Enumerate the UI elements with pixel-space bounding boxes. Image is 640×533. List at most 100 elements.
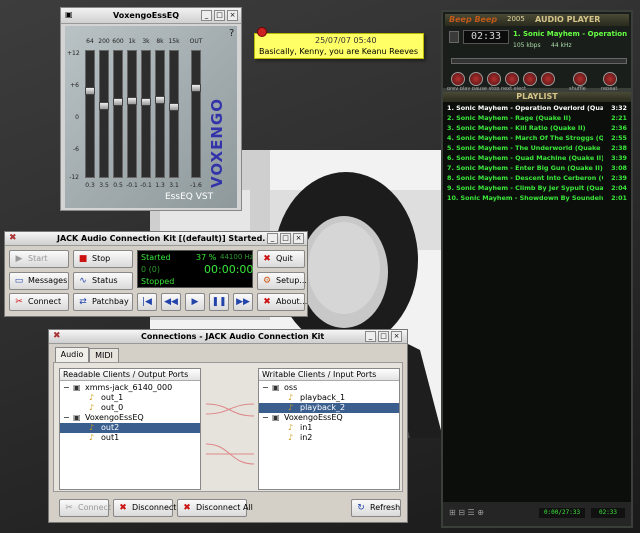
band-slider-track[interactable] [85,50,95,178]
seek-bar[interactable] [451,58,627,64]
playlist-item[interactable]: 5. Sonic Mayhem - The Underworld (Quake … [447,144,627,153]
maximize-icon[interactable]: □ [214,10,225,21]
repeat-button[interactable] [603,72,617,86]
stop-button[interactable] [505,72,519,86]
minimize-icon[interactable]: _ [267,233,278,244]
connections-titlebar[interactable]: ✖ Connections - JACK Audio Connection Ki… [49,330,407,344]
band-slider-track[interactable] [169,50,179,178]
playlist-item[interactable]: 6. Sonic Mayhem - Quad Machine (Quake II… [447,154,627,163]
band-slider-track[interactable] [127,50,137,178]
client-icon: ▣ [73,413,81,422]
playlist-item[interactable]: 10. Sonic Mayhem - Showdown By Soundelux… [447,194,627,203]
eject-button[interactable] [541,72,555,86]
connect-button[interactable]: ✂ Connect [9,293,69,311]
app-menu-icon[interactable]: ▣ [65,10,73,19]
connections-app-icon[interactable]: ✖ [53,331,61,341]
player-titlebar[interactable]: Beep Beep 2005 AUDIO PLAYER [445,14,629,26]
port-row[interactable]: ♪ out2 [60,423,200,433]
band-slider-knob[interactable] [85,87,95,96]
pause-button[interactable] [487,72,501,86]
refresh-button[interactable]: ↻ Refresh [351,499,401,517]
help-icon[interactable]: ? [229,28,234,39]
close-icon[interactable]: × [293,233,304,244]
disconnect-all-button[interactable]: ✖ Disconnect All [177,499,253,517]
maximize-icon[interactable]: □ [378,331,389,342]
equalizer-titlebar[interactable]: ▣ VoxengoEssEQ _ □ × [61,8,241,24]
disconnect-button[interactable]: ✖ Disconnect [113,499,176,517]
connect-ports-button[interactable]: ✂ Connect [59,499,111,517]
band-slider-knob[interactable] [127,96,137,105]
client-row[interactable]: − ▣ VoxengoEssEQ [60,413,200,423]
next-button[interactable] [523,72,537,86]
writable-ports-header[interactable]: Writable Clients / Input Ports [259,369,399,381]
playlist-item[interactable]: 7. Sonic Mayhem - Enter Big Gun (Quake I… [447,164,627,173]
port-icon: ♪ [89,433,95,442]
port-row[interactable]: ♪ out_1 [60,393,200,403]
band-slider-track[interactable] [155,50,165,178]
port-row[interactable]: ♪ playback_2 [259,403,399,413]
rewind-start-button[interactable]: |◀ [137,293,157,311]
maximize-icon[interactable]: □ [280,233,291,244]
band-slider-knob[interactable] [169,102,179,111]
jack-app-icon[interactable]: ✖ [9,233,17,243]
port-row[interactable]: ♪ out_0 [60,403,200,413]
port-row[interactable]: ♪ in1 [259,423,399,433]
band-slider-knob[interactable] [141,98,151,106]
playlist-item[interactable]: 9. Sonic Mayhem - Climb By Jer Sypult (Q… [447,184,627,193]
band-slider-track[interactable] [113,50,123,178]
expander-icon[interactable]: − [63,383,70,393]
expander-icon[interactable]: − [262,413,269,423]
expander-icon[interactable]: − [262,383,269,393]
writable-ports-list[interactable]: Writable Clients / Input Ports − ▣ oss ♪ pla… [258,368,400,490]
close-icon[interactable]: × [227,10,238,21]
band-slider-track[interactable] [99,50,109,178]
tab-audio[interactable]: Audio [55,347,89,363]
messages-button[interactable]: ▭ Messages [9,272,69,290]
minimize-icon[interactable]: _ [365,331,376,342]
transport-pause-button[interactable]: ❚❚ [209,293,229,311]
sticky-note[interactable]: 25/07/07 05:40 Basically, Kenny, you are… [254,27,424,59]
band-slider-knob[interactable] [191,83,201,92]
playlist-edit-buttons[interactable]: ⊞ ⊟ ☰ ⊕ [449,508,484,517]
band-slider-knob[interactable] [113,98,123,106]
shuffle-button[interactable] [573,72,587,86]
client-row[interactable]: − ▣ xmms-jack_6140_000 [60,383,200,393]
client-row[interactable]: − ▣ VoxengoEssEQ [259,413,399,423]
time-display[interactable]: 02:33 [463,30,509,44]
stop-button[interactable]: ■ Stop [73,250,133,268]
tab-midi[interactable]: MIDI [89,348,119,362]
playlist-item[interactable]: 4. Sonic Mayhem - March Of The Stroggs (… [447,134,627,143]
setup-button[interactable]: ⚙ Setup... [257,272,307,290]
readable-ports-header[interactable]: Readable Clients / Output Ports [60,369,200,381]
forward-button[interactable]: ▶▶ [233,293,253,311]
setup-label: Setup... [276,276,307,285]
band-slider-knob[interactable] [155,95,165,104]
band-slider-knob[interactable] [99,101,109,110]
play-button[interactable] [469,72,483,86]
patchbay-button[interactable]: ⇄ Patchbay [73,293,133,311]
band-slider-track[interactable] [191,50,201,178]
playlist-item[interactable]: 8. Sonic Mayhem - Descent Into Cerberon … [447,174,627,183]
playlist-item[interactable]: 1. Sonic Mayhem - Operation Overlord (Qu… [447,104,627,113]
port-row[interactable]: ♪ in2 [259,433,399,443]
jack-titlebar[interactable]: ✖ JACK Audio Connection Kit [(default)] … [5,232,307,246]
band-frequency-label: 15k [168,38,180,45]
quit-button[interactable]: ✖ Quit [257,250,305,268]
minimize-icon[interactable]: _ [201,10,212,21]
port-row[interactable]: ♪ out1 [60,433,200,443]
close-icon[interactable]: × [391,331,402,342]
prev-button[interactable] [451,72,465,86]
about-button[interactable]: ✖ About... [257,293,307,311]
playlist-item[interactable]: 3. Sonic Mayhem - Kill Ratio (Quake II) 2… [447,124,627,133]
client-row[interactable]: − ▣ oss [259,383,399,393]
readable-ports-list[interactable]: Readable Clients / Output Ports − ▣ xmms-j… [59,368,201,490]
connect-label: Connect [28,297,62,306]
transport-play-button[interactable]: ▶ [185,293,205,311]
playlist-item[interactable]: 2. Sonic Mayhem - Rage (Quake II) 2:21 [447,114,627,123]
port-row[interactable]: ♪ playback_1 [259,393,399,403]
start-button[interactable]: ▶ Start [9,250,69,268]
status-button[interactable]: ∿ Status [73,272,133,290]
rewind-button[interactable]: ◀◀ [161,293,181,311]
band-slider-track[interactable] [141,50,151,178]
expander-icon[interactable]: − [63,413,70,423]
